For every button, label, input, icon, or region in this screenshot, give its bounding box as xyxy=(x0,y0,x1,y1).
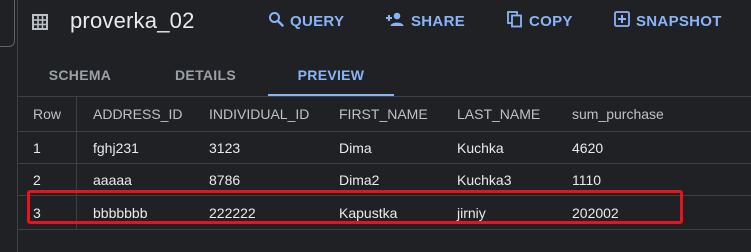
snapshot-icon xyxy=(614,11,636,31)
cell-address-id: bbbbbbb xyxy=(93,204,148,221)
cell-last-name: Kuchka3 xyxy=(457,171,512,188)
search-icon xyxy=(268,11,290,31)
cell-sum-purchase: 4620 xyxy=(572,139,604,156)
column-header-individual-id: INDIVIDUAL_ID xyxy=(209,106,310,122)
tab-bar: SCHEMA DETAILS PREVIEW xyxy=(18,54,751,97)
share-label: SHARE xyxy=(411,12,466,30)
tab-preview[interactable]: PREVIEW xyxy=(268,54,394,97)
row-number: 1 xyxy=(18,132,77,163)
cell-first-name: Dima2 xyxy=(339,171,380,188)
table-row[interactable]: 3 bbbbbbb 222222 Kapustka jirniy 202002 xyxy=(18,196,751,230)
table-row[interactable]: 2 aaaaa 8786 Dima2 Kuchka3 1110 xyxy=(18,164,751,196)
query-button[interactable]: QUERY xyxy=(268,11,344,31)
copy-label: COPY xyxy=(529,13,573,30)
snapshot-label: SNAPSHOT xyxy=(636,12,722,30)
cell-address-id: fghj231 xyxy=(93,139,139,156)
table-header: proverka_02 QUERY SHARE COPY SNAPSHOT xyxy=(18,0,751,45)
column-header-sum-purchase: sum_purchase xyxy=(572,106,664,122)
cell-individual-id: 3123 xyxy=(209,139,241,156)
cell-first-name: Kapustka xyxy=(339,204,398,221)
table-row[interactable]: 1 fghj231 3123 Dima Kuchka 4620 xyxy=(18,132,751,164)
table-icon xyxy=(32,14,48,30)
query-label: QUERY xyxy=(290,12,345,30)
cell-individual-id: 222222 xyxy=(209,204,256,221)
tab-details[interactable]: DETAILS xyxy=(158,54,253,94)
cell-sum-purchase: 202002 xyxy=(572,204,619,221)
copy-icon xyxy=(507,11,529,32)
page-title: proverka_02 xyxy=(70,8,195,33)
preview-table: Row ADDRESS_ID INDIVIDUAL_ID FIRST_NAME … xyxy=(18,97,751,230)
cell-last-name: jirniy xyxy=(457,204,486,221)
column-header-last-name: LAST_NAME xyxy=(457,106,541,122)
share-button[interactable]: SHARE xyxy=(385,11,465,31)
cell-first-name: Dima xyxy=(339,139,372,156)
row-number: 3 xyxy=(18,196,77,229)
cell-address-id: aaaaa xyxy=(93,171,132,188)
table-header-row: Row ADDRESS_ID INDIVIDUAL_ID FIRST_NAME … xyxy=(18,97,751,132)
side-panel-corner xyxy=(0,0,15,47)
column-header-first-name: FIRST_NAME xyxy=(339,106,428,122)
tab-schema[interactable]: SCHEMA xyxy=(32,54,128,94)
side-panel-edge xyxy=(0,0,18,252)
cell-last-name: Kuchka xyxy=(457,139,504,156)
row-number: 2 xyxy=(18,164,77,195)
column-header-address-id: ADDRESS_ID xyxy=(93,106,183,122)
column-header-row: Row xyxy=(18,97,77,131)
copy-button[interactable]: COPY xyxy=(507,11,573,32)
cell-individual-id: 8786 xyxy=(209,171,241,188)
preview-panel: proverka_02 QUERY SHARE COPY SNAPSHOT SC… xyxy=(0,0,751,252)
person-add-icon xyxy=(385,11,411,31)
snapshot-button[interactable]: SNAPSHOT xyxy=(614,11,722,31)
cell-sum-purchase: 1110 xyxy=(572,171,602,188)
